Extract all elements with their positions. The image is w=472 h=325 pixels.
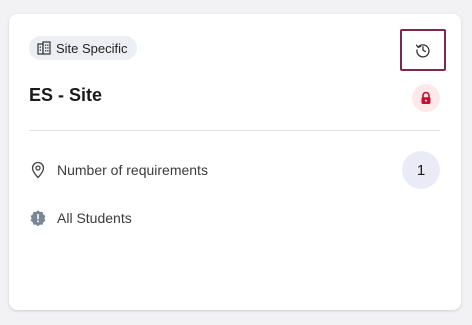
requirements-row: Number of requirements — [29, 161, 208, 179]
lock-icon — [419, 91, 433, 105]
requirements-count-badge: 1 — [402, 151, 440, 189]
site-title: ES - Site — [29, 85, 103, 105]
requirements-label: Number of requirements — [57, 162, 208, 178]
site-card: Site Specific ES - Site Number of requir… — [9, 14, 461, 310]
history-icon — [415, 42, 431, 58]
site-specific-chip: Site Specific — [29, 36, 137, 60]
audience-row: All Students — [29, 209, 132, 227]
audience-label: All Students — [57, 210, 132, 226]
building-icon — [37, 41, 51, 55]
history-button[interactable] — [400, 29, 446, 71]
lock-badge — [412, 84, 440, 112]
chip-label: Site Specific — [56, 40, 128, 56]
alert-badge-icon — [29, 209, 47, 227]
divider — [29, 130, 440, 131]
location-pin-icon — [29, 161, 47, 179]
